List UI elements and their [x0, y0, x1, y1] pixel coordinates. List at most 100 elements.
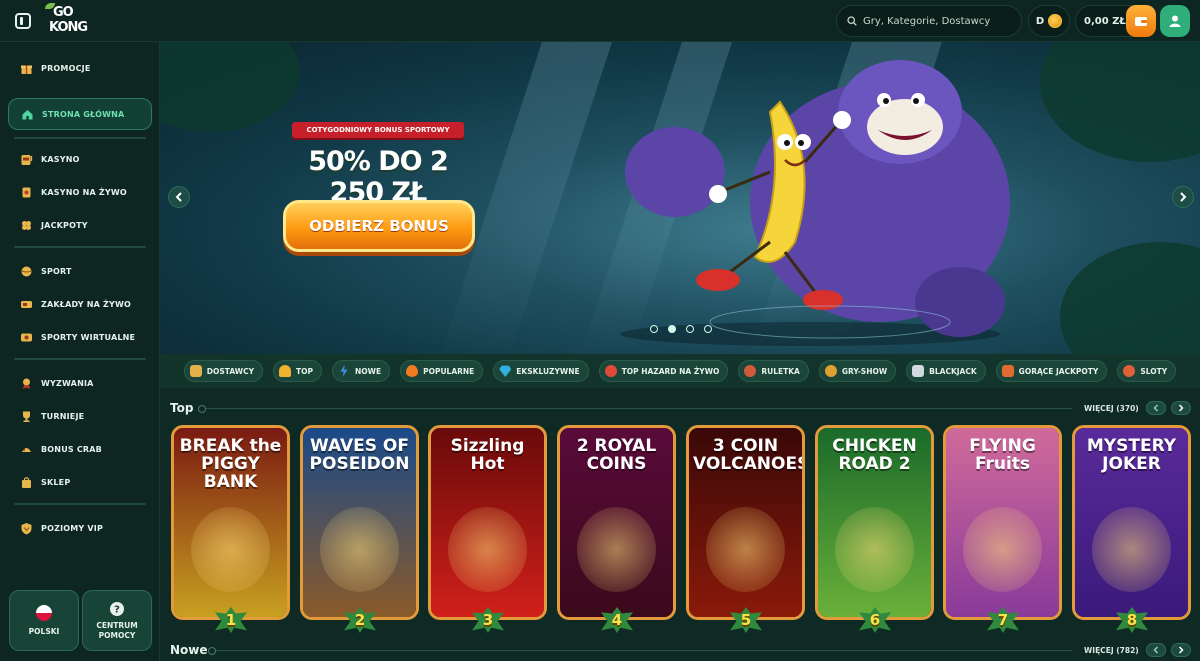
sidebar-item-virtual-sports[interactable]: SPORTY WIRTUALNE	[8, 322, 152, 352]
sidebar-item-challenges[interactable]: WYZWANIA	[8, 368, 152, 398]
help-center-button[interactable]: ? CENTRUM POMOCY	[82, 590, 152, 651]
promo-banner[interactable]: COTYGODNIOWY BONUS SPORTOWY 50% DO 2 250…	[160, 42, 1200, 354]
category-label: NOWE	[355, 366, 382, 376]
sidebar-item-jackpots[interactable]: JACKPOTY	[8, 210, 152, 240]
sidebar-item-label: WYZWANIA	[41, 378, 94, 388]
sidebar-item-casino[interactable]: KASYNO	[8, 144, 152, 174]
category-game-show[interactable]: GRY-SHOW	[818, 360, 897, 382]
sidebar-divider	[14, 137, 146, 139]
game-card[interactable]: 2 ROYAL COINS	[557, 425, 676, 620]
balance-value: 0,00 ZŁ	[1084, 15, 1126, 27]
category-roulette[interactable]: RULETKA	[738, 360, 809, 382]
game-rank-badge: 1	[215, 607, 247, 633]
banner-title: 50% DO 2 250 ZŁ	[308, 146, 449, 208]
game-art-glow	[834, 507, 915, 593]
category-blackjack[interactable]: BLACKJACK	[906, 360, 986, 382]
claim-bonus-button[interactable]: ODBIERZ BONUS	[283, 200, 475, 252]
pagination-dot[interactable]	[704, 325, 712, 333]
sidebar-item-label: SPORTY WIRTUALNE	[41, 332, 136, 342]
sidebar-item-live-casino[interactable]: KASYNO NA ŻYWO	[8, 177, 152, 207]
gorilla-banana-illustration	[620, 60, 1010, 346]
home-icon	[21, 108, 34, 121]
gift-icon	[20, 62, 33, 75]
game-card[interactable]: MYSTERY JOKER	[1072, 425, 1191, 620]
sidebar-item-label: KASYNO NA ŻYWO	[41, 187, 127, 197]
game-title: 2 ROYAL COINS	[576, 436, 657, 474]
category-popular[interactable]: POPULARNE	[400, 360, 484, 382]
top-next-button[interactable]	[1171, 401, 1191, 415]
category-exclusive[interactable]: EKSKLUZYWNE	[493, 360, 589, 382]
sidebar-item-shop[interactable]: SKLEP	[8, 467, 152, 497]
sidebar-item-vip[interactable]: POZIOMY VIP	[8, 513, 152, 543]
chevron-left-icon	[175, 192, 182, 202]
category-new[interactable]: NOWE	[332, 360, 391, 382]
see-all-top-link[interactable]: WIĘCEJ (370)	[1084, 404, 1139, 413]
logo-text-bottom: KONG	[49, 19, 88, 35]
sidebar-item-label: BONUS CRAB	[41, 444, 102, 454]
top-prev-button[interactable]	[1146, 401, 1166, 415]
category-label: SLOTY	[1140, 366, 1168, 376]
category-label: GORĄCE JACKPOTY	[1018, 366, 1099, 376]
game-rank-badge: 6	[859, 607, 891, 633]
deposit-button[interactable]	[1126, 5, 1156, 37]
sidebar-toggle-icon[interactable]	[15, 12, 31, 29]
banner-next-button[interactable]	[1172, 186, 1194, 208]
live-bet-icon	[20, 298, 33, 311]
category-label: GRY-SHOW	[841, 366, 888, 376]
category-label: RULETKA	[761, 366, 800, 376]
cherry-icon	[1123, 365, 1136, 377]
chevron-right-icon	[1178, 404, 1184, 412]
sidebar-item-bonus-crab[interactable]: BONUS CRAB	[8, 434, 152, 464]
category-hot-jackpots[interactable]: GORĄCE JACKPOTY	[995, 360, 1108, 382]
category-label: DOSTAWCY	[206, 366, 255, 376]
game-art-glow	[319, 507, 400, 593]
game-title: FLYING Fruits	[969, 436, 1036, 474]
language-button[interactable]: POLSKI	[9, 590, 79, 651]
clover-icon	[20, 219, 33, 232]
profile-button[interactable]	[1160, 5, 1190, 37]
new-prev-button[interactable]	[1146, 643, 1166, 657]
new-next-button[interactable]	[1171, 643, 1191, 657]
pagination-dot[interactable]	[650, 325, 658, 333]
category-providers[interactable]: DOSTAWCY	[183, 360, 264, 382]
sidebar-item-home[interactable]: STRONA GŁÓWNA	[8, 98, 152, 130]
game-card[interactable]: WAVES OF POSEIDON	[300, 425, 419, 620]
banner-prev-button[interactable]	[168, 186, 190, 208]
section-divider	[198, 405, 1072, 413]
sidebar-item-label: TURNIEJE	[41, 411, 85, 421]
chevron-left-icon	[1153, 404, 1159, 412]
game-card[interactable]: BREAK the PIGGY BANK	[171, 425, 290, 620]
game-card[interactable]: 3 COIN VOLCANOES	[686, 425, 805, 620]
roulette-icon	[744, 365, 757, 377]
category-label: POPULARNE	[423, 366, 475, 376]
search-box[interactable]	[836, 5, 1022, 37]
game-card[interactable]: CHICKEN ROAD 2	[815, 425, 934, 620]
game-art-glow	[705, 507, 786, 593]
game-card[interactable]: FLYING Fruits	[943, 425, 1062, 620]
logo[interactable]: GO KONG	[45, 2, 89, 39]
pagination-dot-active[interactable]	[668, 325, 676, 333]
search-input[interactable]	[863, 15, 1003, 27]
game-title: WAVES OF POSEIDON	[309, 436, 410, 474]
see-all-new-link[interactable]: WIĘCEJ (782)	[1084, 646, 1139, 655]
slot-machine-icon	[20, 153, 33, 166]
virtual-sport-icon	[20, 331, 33, 344]
category-top[interactable]: TOP	[273, 360, 323, 382]
pagination-dot[interactable]	[686, 325, 694, 333]
chevron-right-icon	[1180, 192, 1187, 202]
category-slots[interactable]: SLOTY	[1117, 360, 1177, 382]
category-top-live[interactable]: TOP HAZARD NA ŻYWO	[598, 360, 729, 382]
sidebar-item-tournaments[interactable]: TURNIEJE	[8, 401, 152, 431]
chevron-right-icon	[1178, 646, 1184, 654]
sidebar-item-sport[interactable]: SPORT	[8, 256, 152, 286]
jackpot-icon	[1001, 365, 1014, 377]
sidebar-item-live-bets[interactable]: ZAKŁADY NA ŻYWO	[8, 289, 152, 319]
sidebar-item-promotions[interactable]: PROMOCJE	[8, 53, 152, 83]
lightning-icon	[340, 365, 348, 377]
trophy-icon	[20, 410, 33, 423]
sidebar-item-label: SPORT	[41, 266, 72, 276]
game-rank-badge: 3	[472, 607, 504, 633]
coins-button[interactable]: D	[1028, 5, 1070, 37]
category-label: TOP	[296, 366, 314, 376]
game-card[interactable]: Sizzling Hot	[428, 425, 547, 620]
